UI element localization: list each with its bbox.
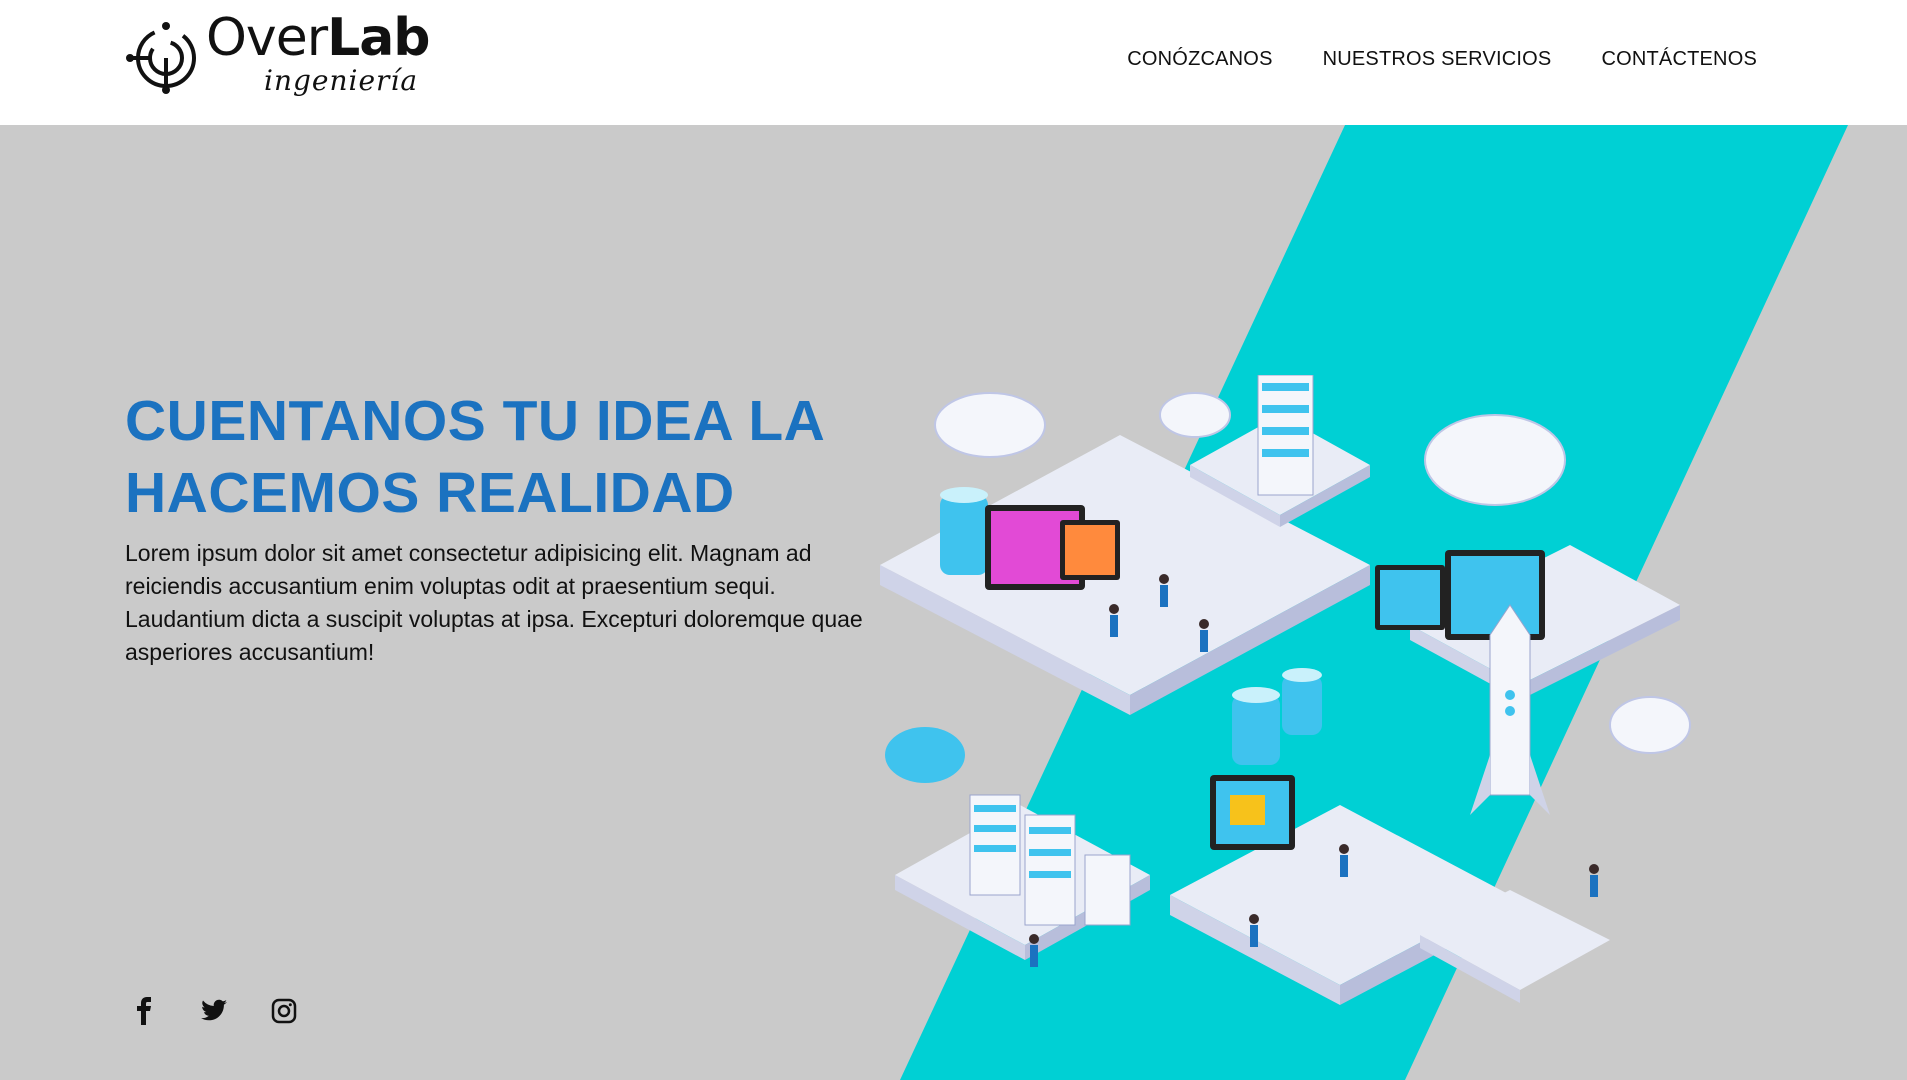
hero-title-line2: HACEMOS REALIDAD	[125, 461, 735, 525]
social-links	[128, 995, 300, 1027]
facebook-icon[interactable]	[128, 995, 160, 1027]
hero-section: CUENTANOS TU IDEA LA HACEMOS REALIDAD Lo…	[0, 125, 1907, 1080]
hero-description: Lorem ipsum dolor sit amet consectetur a…	[125, 540, 863, 665]
main-nav: CONÓZCANOS NUESTROS SERVICIOS CONTÁCTENO…	[1127, 48, 1757, 71]
nav-link-conozcanos[interactable]: CONÓZCANOS	[1127, 48, 1272, 71]
logo-word-lab: Lab	[327, 8, 430, 68]
logo-wordmark: OverLab	[206, 12, 431, 64]
instagram-icon[interactable]	[268, 995, 300, 1027]
nav-link-servicios[interactable]: NUESTROS SERVICIOS	[1323, 48, 1552, 71]
logo[interactable]: OverLab ingeniería	[124, 12, 464, 118]
isometric-tech-illustration	[880, 375, 1691, 1005]
nav-link-contactenos[interactable]: CONTÁCTENOS	[1601, 48, 1757, 71]
twitter-icon[interactable]	[198, 995, 230, 1027]
hero-title-line1: CUENTANOS TU IDEA LA	[125, 389, 826, 453]
logo-word-over: Over	[206, 8, 328, 68]
hero-title: CUENTANOS TU IDEA LA HACEMOS REALIDAD	[125, 385, 885, 529]
logo-subtitle: ingeniería	[264, 64, 419, 97]
logo-mark-icon	[126, 22, 196, 94]
site-header: OverLab ingeniería CONÓZCANOS NUESTROS S…	[0, 0, 1907, 125]
